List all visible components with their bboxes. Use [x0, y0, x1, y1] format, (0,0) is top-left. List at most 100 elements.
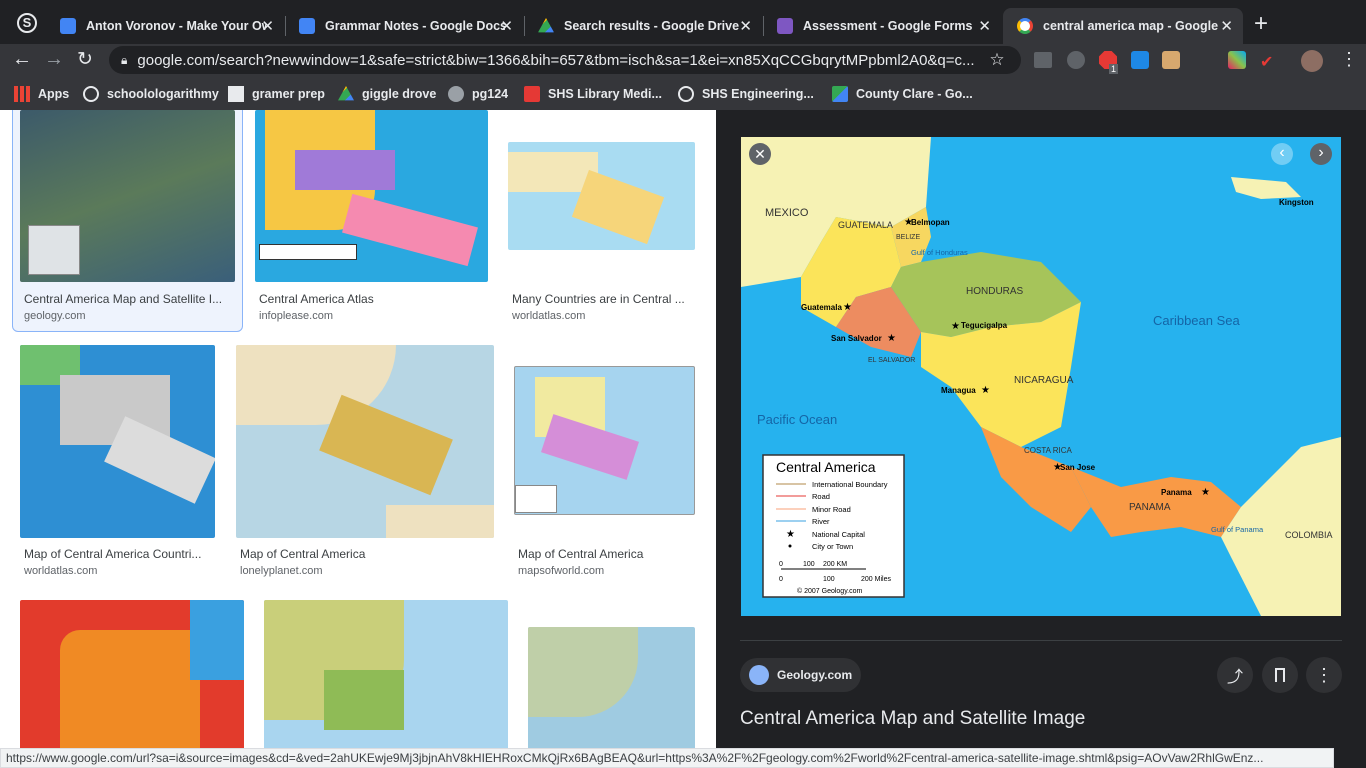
tab-central-america-map[interactable]: central america map - Google S ✕	[1003, 8, 1243, 44]
next-image-button[interactable]: ›	[1310, 143, 1332, 165]
map-label-city: Belmopan	[911, 218, 950, 227]
result-thumbnail[interactable]	[528, 627, 695, 768]
legend-item: Minor Road	[812, 505, 851, 514]
legend-item: National Capital	[812, 530, 865, 539]
source-chip[interactable]: Geology.com	[740, 658, 861, 692]
star-icon[interactable]: ☆	[989, 50, 1004, 70]
globe-icon	[749, 665, 769, 685]
result-thumbnail[interactable]	[20, 600, 244, 768]
close-icon[interactable]: ✕	[261, 17, 274, 35]
legend-title: Central America	[776, 459, 876, 475]
svg-text:★: ★	[887, 333, 896, 344]
result-domain: mapsofworld.com	[518, 565, 605, 577]
map-label-city: Panama	[1161, 488, 1192, 497]
svg-text:★: ★	[904, 217, 913, 228]
more-icon: ⋮	[1315, 664, 1333, 685]
legend-item: Road	[812, 492, 830, 501]
result-thumbnail[interactable]	[236, 345, 494, 538]
svg-text:★: ★	[843, 302, 852, 313]
schoology-icon[interactable]: S	[17, 13, 37, 33]
bookmark-county-clare[interactable]: County Clare - Go...	[832, 86, 973, 102]
close-preview-button[interactable]: ✕	[749, 143, 771, 165]
result-thumbnail[interactable]	[264, 600, 508, 768]
scale-label: 100	[803, 561, 815, 568]
bookmark-shs-engineering[interactable]: SHS Engineering...	[678, 86, 814, 102]
map-label-country: PANAMA	[1129, 502, 1171, 513]
bookmark-gramer-prep[interactable]: gramer prep	[228, 86, 325, 102]
close-icon[interactable]: ✕	[500, 17, 513, 35]
preview-panel: Central America International Boundary R…	[716, 110, 1366, 768]
tab-google-forms[interactable]: Assessment - Google Forms ✕	[763, 8, 1001, 44]
save-button[interactable]	[1262, 657, 1298, 693]
result-title[interactable]: Many Countries are in Central ...	[512, 292, 692, 306]
close-icon[interactable]: ✕	[978, 17, 991, 35]
legend-item: International Boundary	[812, 480, 888, 489]
bookmark-schoolologarithmy[interactable]: schoolologarithmy	[83, 86, 219, 102]
extension-icon[interactable]	[1228, 51, 1246, 69]
bookmark-shs-library[interactable]: SHS Library Medi...	[524, 86, 662, 102]
result-thumbnail[interactable]	[20, 110, 235, 282]
result-thumbnail[interactable]	[255, 110, 488, 282]
bookmark-icon	[1275, 668, 1285, 682]
result-thumbnail[interactable]	[20, 345, 215, 538]
bookmark-pg124[interactable]: pg124	[448, 86, 508, 102]
map-copyright: © 2007 Geology.com	[797, 587, 863, 595]
map-label-country: NICARAGUA	[1014, 375, 1074, 386]
svg-text:★: ★	[1201, 487, 1210, 498]
back-icon[interactable]: ←	[12, 48, 32, 71]
forward-icon[interactable]: →	[44, 48, 64, 71]
tab-google-drive[interactable]: Search results - Google Drive ✕	[524, 8, 762, 44]
map-label-sea: Caribbean Sea	[1153, 313, 1240, 328]
prev-image-button[interactable]: ‹	[1271, 143, 1293, 165]
bookmark-giggle-drove[interactable]: giggle drove	[338, 86, 436, 102]
extension-icon[interactable]	[1162, 51, 1180, 69]
scale-label: 0	[779, 576, 783, 583]
result-domain: worldatlas.com	[512, 310, 586, 322]
docs-icon	[60, 18, 76, 34]
bookmark-apps[interactable]: Apps	[14, 86, 69, 102]
result-thumbnail[interactable]	[508, 142, 695, 250]
result-title[interactable]: Map of Central America	[240, 547, 490, 561]
crx-extension-icon[interactable]	[1034, 52, 1052, 68]
url-text: google.com/search?newwindow=1&safe=stric…	[137, 51, 975, 69]
reload-icon[interactable]: ↻	[77, 48, 93, 71]
map-label-country: MEXICO	[765, 207, 809, 219]
result-title[interactable]: Map of Central America	[518, 547, 698, 561]
share-button[interactable]: ⤴	[1217, 657, 1253, 693]
map-label-country: COSTA RICA	[1024, 446, 1073, 455]
drive-icon	[538, 18, 554, 33]
close-icon[interactable]: ✕	[739, 17, 752, 35]
result-title[interactable]: Map of Central America Countri...	[24, 547, 209, 561]
globe-icon	[448, 86, 464, 102]
drive-icon	[338, 86, 354, 101]
central-america-map[interactable]: Central America International Boundary R…	[741, 137, 1341, 616]
maps-icon	[832, 86, 848, 102]
tab-anton-voronov[interactable]: Anton Voronov - Make Your Ow ✕	[46, 8, 284, 44]
avatar[interactable]	[1301, 50, 1323, 72]
map-label-city: Kingston	[1279, 198, 1314, 207]
address-bar[interactable]: 🔒︎ google.com/search?newwindow=1&safe=st…	[109, 46, 1021, 74]
result-title[interactable]: Central America Atlas	[259, 292, 489, 306]
lock-icon: 🔒︎	[121, 52, 128, 67]
result-domain: geology.com	[24, 310, 86, 322]
map-label-country: BELIZE	[896, 234, 920, 241]
schoology-icon	[678, 86, 694, 102]
owl-extension-icon[interactable]	[1067, 51, 1085, 69]
schoology-icon	[83, 86, 99, 102]
result-title[interactable]: Central America Map and Satellite I...	[24, 292, 232, 306]
share-icon: ⤴	[1226, 669, 1243, 686]
more-options-button[interactable]: ⋮	[1306, 657, 1342, 693]
extension-icon[interactable]: ✔	[1260, 52, 1273, 72]
preview-title[interactable]: Central America Map and Satellite Image	[740, 708, 1085, 730]
map-label-country: COLOMBIA	[1285, 530, 1333, 540]
close-icon[interactable]: ✕	[1220, 17, 1233, 35]
status-bar-url: https://www.google.com/url?sa=i&source=i…	[0, 748, 1334, 768]
extension-icon[interactable]	[1131, 51, 1149, 69]
new-tab-button[interactable]: +	[1254, 10, 1268, 38]
map-label-sea: Gulf of Panama	[1211, 525, 1264, 534]
tab-grammar-notes[interactable]: Grammar Notes - Google Docs ✕	[285, 8, 523, 44]
image-results: Central America Map and Satellite I... g…	[0, 110, 716, 768]
map-label-country: EL SALVADOR	[868, 357, 915, 364]
result-thumbnail[interactable]	[514, 366, 695, 515]
menu-icon[interactable]: ⋮	[1340, 50, 1358, 68]
